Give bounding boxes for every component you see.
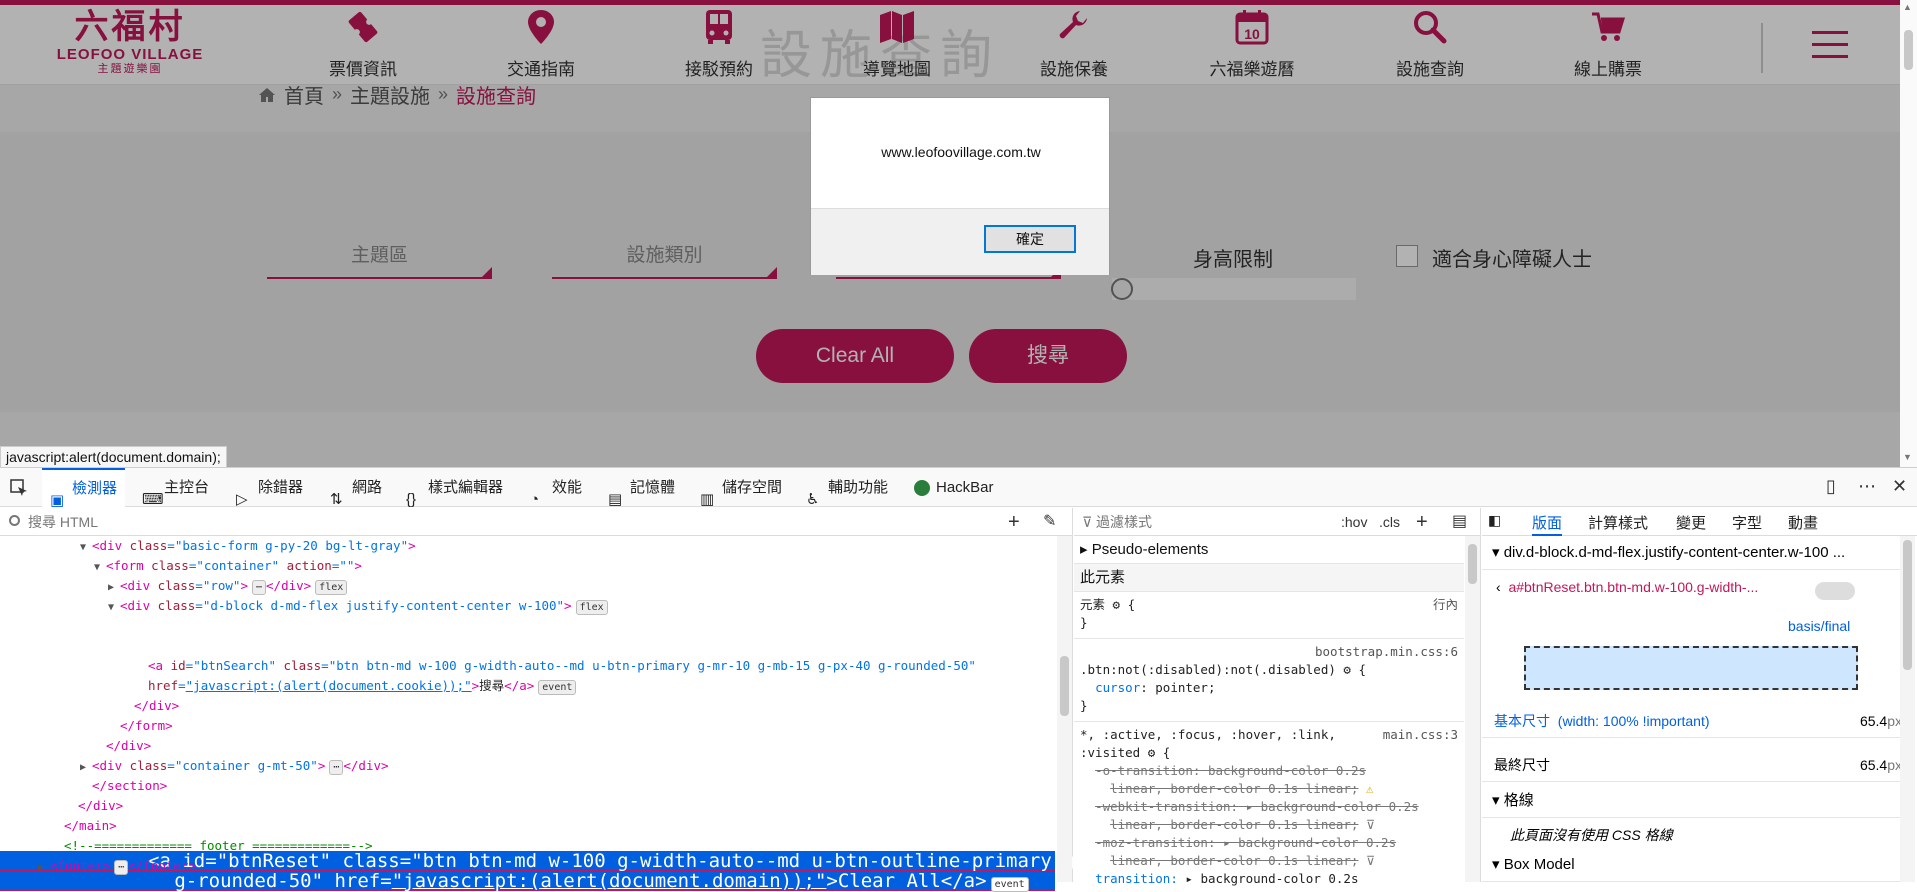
- basis-final-label: basis/final: [1788, 618, 1851, 634]
- inline-rule[interactable]: 行內 元素 ⚙ {}: [1074, 592, 1464, 632]
- cls-toggle[interactable]: .cls: [1379, 508, 1400, 536]
- rules-scrollbar[interactable]: [1465, 536, 1480, 882]
- tab-style-editor[interactable]: {} 樣式編輯器: [406, 468, 503, 508]
- html-node-line[interactable]: <!--============= footer =============--…: [0, 836, 1055, 856]
- filter-icon: ⊽: [1082, 514, 1093, 530]
- devtools-panel: ▣ 檢測器 ⌨ 主控台 ▷ 除錯器 ⇅ 網路 {} 樣式編輯器 ◔ 效能 ▤ 記憶體 ▥ 儲存空…: [0, 467, 1917, 892]
- layout-pane: ◧ 版面 計算樣式 變更 字型 動畫 ▾ div.d-block.d-md-fl…: [1482, 508, 1917, 882]
- style-editor-icon: {}: [406, 490, 417, 508]
- html-search-input[interactable]: 搜尋 HTML + ✎: [0, 508, 1072, 536]
- devtools-toolbar: ▣ 檢測器 ⌨ 主控台 ▷ 除錯器 ⇅ 網路 {} 樣式編輯器 ◔ 效能 ▤ 記憶體 ▥ 儲存空…: [0, 468, 1917, 509]
- tab-animations[interactable]: 動畫: [1788, 512, 1818, 533]
- tab-fonts[interactable]: 字型: [1732, 512, 1762, 533]
- transition-rule[interactable]: main.css:3 *, :active, :focus, :hover, :l…: [1074, 722, 1464, 888]
- html-node-line[interactable]: </div>: [0, 796, 1055, 816]
- accessibility-icon: ♿: [806, 490, 820, 508]
- sidebar-toggle-icon[interactable]: ◧: [1488, 512, 1501, 529]
- tab-memory[interactable]: ▤ 記憶體: [608, 468, 675, 508]
- html-node-line[interactable]: </div>: [0, 696, 1055, 716]
- box-model-toggle[interactable]: ▾ Box Model: [1482, 848, 1902, 882]
- more-options-icon[interactable]: ⋯: [1858, 476, 1876, 497]
- debugger-icon: ▷: [236, 490, 248, 508]
- browser-viewport: 六福村 LEOFOO VILLAGE 主題遊樂園 設施查詢 票價資訊 交通指南 …: [0, 0, 1917, 467]
- tab-accessibility[interactable]: ♿ 輔助功能: [806, 468, 888, 508]
- html-node-line[interactable]: </form>: [0, 716, 1055, 736]
- console-icon: ⌨: [142, 490, 164, 508]
- tab-console[interactable]: ⌨ 主控台: [142, 468, 209, 508]
- html-node-line[interactable]: ▼ <div class="basic-form g-py-20 bg-lt-gr…: [0, 536, 1055, 556]
- layout-tabs: ◧ 版面 計算樣式 變更 字型 動畫: [1482, 508, 1917, 536]
- alert-dialog: www.leofoovillage.com.tw 確定: [810, 97, 1110, 275]
- warning-icon: ⚠: [1366, 781, 1374, 796]
- markup-scrollbar[interactable]: [1057, 536, 1072, 882]
- html-node-line[interactable]: </section>: [0, 776, 1055, 796]
- network-icon: ⇅: [330, 490, 343, 508]
- hackbar-icon: [914, 479, 930, 496]
- flex-highlight-toggle[interactable]: [1815, 582, 1855, 600]
- html-node-line[interactable]: <a id="btnSearch" class="btn btn-md w-10…: [0, 656, 1055, 676]
- final-size-row: 最終尺寸 65.4px: [1482, 748, 1902, 782]
- html-tree[interactable]: ▼ <div class="basic-form g-py-20 bg-lt-gr…: [0, 536, 1326, 892]
- element-picker-icon[interactable]: [10, 468, 36, 507]
- scroll-up-icon[interactable]: ▲: [1903, 2, 1912, 12]
- html-node-line[interactable]: </main>: [0, 816, 1055, 836]
- tab-network[interactable]: ⇅ 網路: [330, 468, 382, 508]
- html-node-line[interactable]: </div>: [0, 736, 1055, 756]
- search-icon: [9, 515, 20, 526]
- filter-icon: ⊽: [1366, 853, 1376, 868]
- grid-note: 此頁面沒有使用 CSS 格線: [1510, 827, 1673, 843]
- html-node-line[interactable]: href="javascript:(alert(document.cookie)…: [0, 676, 1055, 696]
- flex-item-selector[interactable]: ‹ a#btnReset.btn.btn-md.w-100.g-width-..…: [1482, 570, 1902, 604]
- hov-toggle[interactable]: :hov: [1341, 508, 1367, 536]
- close-devtools-icon[interactable]: ✕: [1892, 476, 1907, 497]
- tab-performance[interactable]: ◔ 效能: [530, 468, 582, 508]
- grid-section-toggle[interactable]: ▾ 格線: [1482, 784, 1902, 818]
- flex-container-header[interactable]: ▾ div.d-block.d-md-flex.justify-content-…: [1482, 536, 1902, 570]
- status-url: javascript:alert(document.domain);: [0, 446, 227, 467]
- tab-layout[interactable]: 版面: [1532, 512, 1563, 536]
- html-node-line[interactable]: ▼ <form class="container" action="">: [0, 556, 1055, 576]
- markup-pane: 搜尋 HTML + ✎ ▼ <div class="basic-form g-py…: [0, 508, 1326, 892]
- tab-computed[interactable]: 計算樣式: [1588, 512, 1648, 533]
- inspector-icon: ▣: [50, 491, 65, 509]
- html-node-line[interactable]: ▶ <div class="container g-mt-50"> ⋯ </div>: [0, 756, 1055, 776]
- tab-changes[interactable]: 變更: [1676, 512, 1706, 533]
- eyedropper-icon[interactable]: ✎: [1043, 508, 1056, 536]
- filter-icon: ⊽: [1366, 817, 1376, 832]
- rules-pane: ⊽ 過濾樣式 :hov .cls + ▤ ▸ Pseudo-elements 此…: [1074, 508, 1481, 886]
- memory-icon: ▤: [608, 490, 623, 508]
- page-scrollbar[interactable]: ▲ ▼: [1900, 0, 1917, 467]
- html-node-line[interactable]: ▼ <div class="d-block d-md-flex justify-c…: [0, 596, 1055, 616]
- this-element-header: 此元素: [1074, 564, 1464, 592]
- scroll-down-icon[interactable]: ▼: [1903, 452, 1912, 462]
- filter-styles-input[interactable]: ⊽ 過濾樣式 :hov .cls + ▤: [1074, 508, 1480, 536]
- print-media-icon[interactable]: ▤: [1452, 508, 1467, 536]
- flex-item-box: [1524, 646, 1858, 690]
- dock-icon[interactable]: ▯: [1826, 476, 1836, 497]
- tab-storage[interactable]: ▥ 儲存空間: [700, 468, 782, 508]
- pseudo-elements-toggle[interactable]: ▸ Pseudo-elements: [1074, 536, 1464, 564]
- add-rule-icon[interactable]: +: [1416, 508, 1428, 536]
- add-node-icon[interactable]: +: [1008, 508, 1020, 536]
- ok-button[interactable]: 確定: [984, 225, 1076, 253]
- tab-hackbar[interactable]: HackBar: [914, 468, 994, 507]
- layout-scrollbar[interactable]: [1900, 536, 1915, 882]
- tab-debugger[interactable]: ▷ 除錯器: [236, 468, 303, 508]
- html-node-line[interactable]: ▶ <footer> ⋯ </footer>: [0, 856, 1055, 876]
- performance-icon: ◔: [530, 490, 540, 508]
- html-node-line[interactable]: ▶ <div class="row"> ⋯ </div> flex: [0, 576, 1055, 596]
- btn-rule[interactable]: bootstrap.min.css:6 .btn:not(:disabled):n…: [1074, 639, 1464, 715]
- base-size-row: 基本尺寸 (width: 100% !important) 65.4px: [1482, 704, 1902, 738]
- storage-icon: ▥: [700, 490, 715, 508]
- tab-inspector[interactable]: ▣ 檢測器: [42, 468, 126, 509]
- alert-footer: 確定: [811, 208, 1109, 275]
- alert-message: www.leofoovillage.com.tw: [881, 144, 1041, 160]
